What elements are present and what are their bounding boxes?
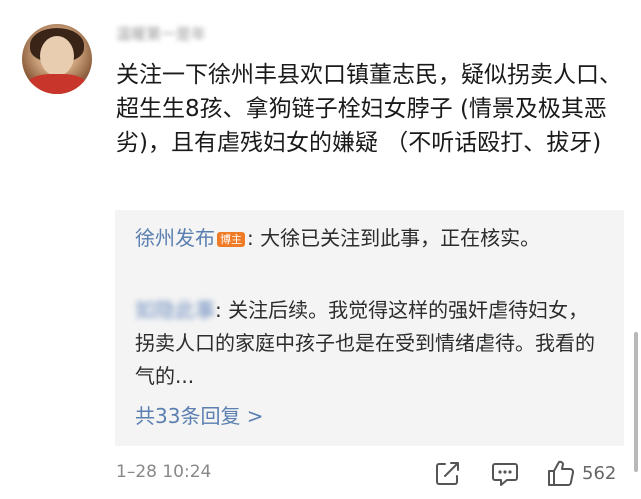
avatar-face (40, 36, 74, 76)
reply-item: 徐州发布 博主: 大徐已关注到此事，正在核实。 (135, 222, 595, 255)
comment-text: 关注一下徐州丰县欢口镇董志民，疑似拐卖人口、超生生8孩、拿狗链子栓妇女脖子 (情… (116, 62, 622, 156)
thumbs-up-icon (548, 460, 574, 486)
share-icon (436, 462, 459, 485)
more-replies-link[interactable]: 共33条回复 > (135, 400, 264, 432)
comment-icon (492, 463, 518, 486)
username[interactable]: 温暖第一是年 (116, 24, 286, 44)
scrollbar[interactable] (634, 332, 638, 472)
avatar-shirt (26, 74, 88, 94)
reply-item: 如隐此事: 关注后续。我觉得这样的强奸虐待妇女，拐卖人口的家庭中孩子也是在受到情… (135, 294, 595, 393)
reply-author-name[interactable]: 徐州发布 (135, 226, 215, 250)
share-button[interactable] (432, 457, 464, 489)
like-count: 562 (582, 463, 617, 484)
reply-text: : 大徐已关注到此事，正在核实。 (247, 226, 541, 250)
reply-author-name[interactable]: 如隐此事 (135, 294, 215, 327)
like-button[interactable] (545, 457, 577, 489)
timestamp: 1–28 10:24 (116, 462, 212, 482)
avatar[interactable] (22, 24, 92, 94)
author-badge: 博主 (217, 232, 245, 247)
comment-button[interactable] (489, 457, 521, 489)
